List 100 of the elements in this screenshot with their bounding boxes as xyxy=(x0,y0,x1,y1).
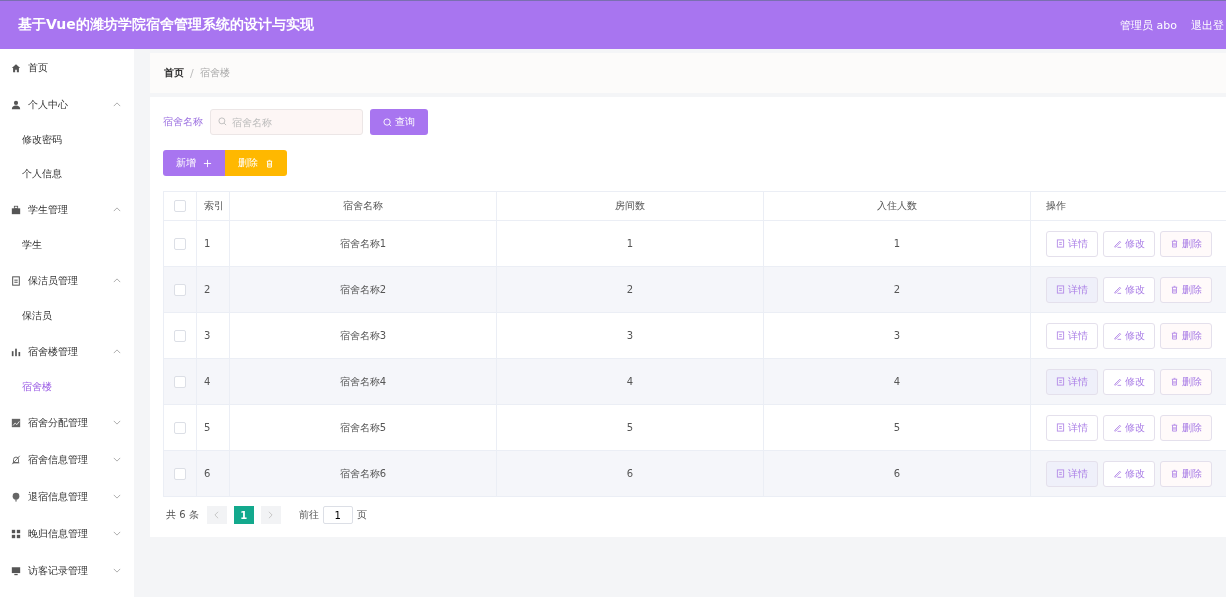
details-button[interactable]: 详情 xyxy=(1046,414,1098,441)
delete-button[interactable]: 删除 xyxy=(1160,276,1212,303)
pencil-icon xyxy=(1113,423,1122,432)
row-checkbox[interactable] xyxy=(174,421,186,434)
goto-label: 前往 xyxy=(298,508,319,522)
table-cell: 5 xyxy=(626,422,634,433)
menu-item[interactable]: 宿舍信息管理 xyxy=(0,441,134,478)
edit-button[interactable]: 修改 xyxy=(1103,368,1155,395)
total-count: 共 6 条 xyxy=(166,508,199,522)
table-cell: 宿舍名称2 xyxy=(339,282,387,297)
document-icon xyxy=(1056,239,1065,248)
table-cell: 4 xyxy=(893,376,901,387)
column-header: 索引 xyxy=(204,199,224,213)
search-label: 宿舍名称 xyxy=(163,115,203,129)
monitor-icon xyxy=(11,565,21,576)
chevron-down-icon xyxy=(113,568,121,573)
delete-button[interactable]: 删除 xyxy=(1160,230,1212,257)
row-checkbox[interactable] xyxy=(174,375,186,388)
menu-item[interactable]: 晚归信息管理 xyxy=(0,515,134,552)
table-cell: 5 xyxy=(893,422,901,433)
pencil-icon xyxy=(1113,239,1122,248)
trash-icon xyxy=(1170,469,1179,478)
chevron-down-icon xyxy=(113,457,121,462)
search-field[interactable]: 宿舍名称 xyxy=(210,109,363,135)
column-header: 宿舍名称 xyxy=(343,199,383,213)
column-header: 操作 xyxy=(1046,199,1066,213)
table-cell: 3 xyxy=(893,330,901,341)
case-icon xyxy=(11,204,21,215)
menu-item[interactable]: 宿舍楼管理 xyxy=(0,333,134,370)
user-name: 管理员 abo xyxy=(1120,17,1177,33)
menu-item[interactable]: 保洁员管理 xyxy=(0,262,134,299)
document-icon xyxy=(1056,285,1065,294)
row-checkbox[interactable] xyxy=(174,467,186,480)
select-all-checkbox[interactable] xyxy=(174,200,186,212)
submenu-item[interactable]: 修改密码 xyxy=(0,123,134,157)
search-button[interactable]: 查询 xyxy=(370,109,428,135)
delete-button[interactable]: 删除 xyxy=(1160,460,1212,487)
submenu-item[interactable]: 个人信息 xyxy=(0,157,134,191)
submenu-item[interactable]: 保洁员 xyxy=(0,299,134,333)
table-cell: 宿舍名称3 xyxy=(339,328,387,343)
page-number[interactable]: 1 xyxy=(233,506,254,524)
trash-icon xyxy=(1170,377,1179,386)
delete-button[interactable]: 删除 xyxy=(1160,414,1212,441)
delete-button[interactable]: 删除 xyxy=(225,150,287,176)
page-input[interactable]: 1 xyxy=(322,506,353,524)
menu-item[interactable]: 宿舍分配管理 xyxy=(0,404,134,441)
pin-icon xyxy=(11,491,21,502)
submenu-item[interactable]: 宿舍楼 xyxy=(0,370,134,404)
edit-button[interactable]: 修改 xyxy=(1103,230,1155,257)
table-cell: 5 xyxy=(204,422,211,433)
add-button[interactable]: 新增 xyxy=(163,150,225,176)
details-button[interactable]: 详情 xyxy=(1046,276,1098,303)
next-page-button[interactable] xyxy=(260,506,281,524)
menu-item[interactable]: 退宿信息管理 xyxy=(0,478,134,515)
table-cell: 3 xyxy=(626,330,634,341)
menu-item[interactable]: 首页 xyxy=(0,49,134,86)
menu-item[interactable]: 学生管理 xyxy=(0,191,134,228)
edit-button[interactable]: 修改 xyxy=(1103,460,1155,487)
details-button[interactable]: 详情 xyxy=(1046,368,1098,395)
row-checkbox[interactable] xyxy=(174,237,186,250)
trash-icon xyxy=(1170,239,1179,248)
details-button[interactable]: 详情 xyxy=(1046,460,1098,487)
user-icon xyxy=(11,99,21,110)
column-header: 房间数 xyxy=(615,199,645,213)
edit-button[interactable]: 修改 xyxy=(1103,414,1155,441)
delete-button[interactable]: 删除 xyxy=(1160,368,1212,395)
app-title: 基于Vue的潍坊学院宿舍管理系统的设计与实现 xyxy=(18,16,315,34)
row-checkbox[interactable] xyxy=(174,329,186,342)
row-checkbox[interactable] xyxy=(174,283,186,296)
table-cell: 宿舍名称5 xyxy=(339,420,387,435)
logout-link[interactable]: 退出登 xyxy=(1191,17,1224,33)
table-cell: 6 xyxy=(204,468,211,479)
submenu-item[interactable]: 学生 xyxy=(0,228,134,262)
details-button[interactable]: 详情 xyxy=(1046,230,1098,257)
table-cell: 1 xyxy=(204,238,211,249)
page-suffix: 页 xyxy=(356,508,367,522)
table-cell: 6 xyxy=(893,468,901,479)
plus-icon xyxy=(203,158,212,168)
chevron-left-icon xyxy=(214,511,220,519)
breadcrumb-item[interactable]: 首页 xyxy=(164,66,184,80)
home-icon xyxy=(11,62,21,73)
edit-button[interactable]: 修改 xyxy=(1103,322,1155,349)
table-cell: 4 xyxy=(204,376,211,387)
chevron-down-icon xyxy=(113,494,121,499)
table-cell: 6 xyxy=(626,468,634,479)
edit-button[interactable]: 修改 xyxy=(1103,276,1155,303)
menu-item[interactable]: 个人中心 xyxy=(0,86,134,123)
pencil-icon xyxy=(1113,285,1122,294)
trash-icon xyxy=(1170,331,1179,340)
previous-page-button[interactable] xyxy=(206,506,227,524)
chevron-up-icon xyxy=(113,349,121,354)
menu-item[interactable]: 访客记录管理 xyxy=(0,552,134,589)
details-button[interactable]: 详情 xyxy=(1046,322,1098,349)
search-icon xyxy=(383,117,392,127)
delete-button[interactable]: 删除 xyxy=(1160,322,1212,349)
breadcrumb-item: 宿舍楼 xyxy=(199,66,230,80)
table-cell: 2 xyxy=(204,284,211,295)
bars-icon xyxy=(11,346,21,357)
table-cell: 3 xyxy=(204,330,211,341)
table-cell: 1 xyxy=(893,238,901,249)
